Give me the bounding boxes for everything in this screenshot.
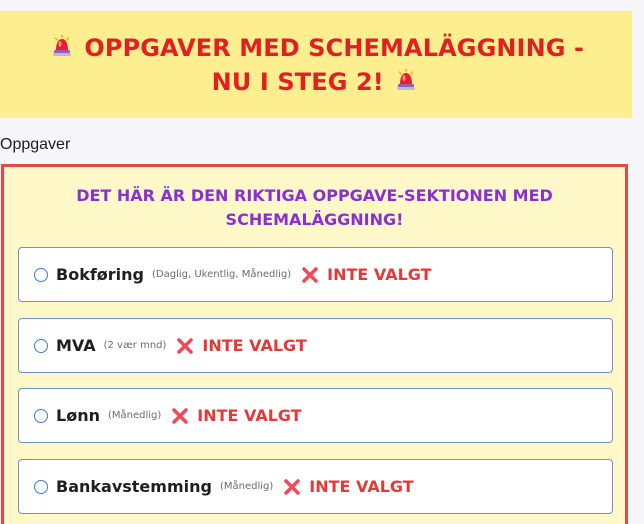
task-status: INTE VALGT bbox=[197, 406, 302, 425]
banner-line-1: OPPGAVER MED SCHEMALÄGGNING - bbox=[84, 33, 585, 62]
siren-icon bbox=[397, 68, 416, 90]
task-status: INTE VALGT bbox=[327, 265, 432, 284]
task-name: Lønn bbox=[56, 406, 100, 425]
cross-icon bbox=[302, 266, 318, 283]
task-radio[interactable] bbox=[34, 338, 48, 353]
cross-icon bbox=[172, 407, 189, 424]
tasks-panel: DET HÄR ÄR DEN RIKTIGA OPPGAVE-SEKTIONEN… bbox=[1, 164, 628, 524]
task-card-bankavstemming[interactable]: Bankavstemming (Månedlig) INTE VALGT bbox=[18, 459, 613, 514]
task-name: MVA bbox=[56, 336, 96, 355]
task-card-lonn[interactable]: Lønn (Månedlig) INTE VALGT bbox=[18, 388, 613, 443]
task-radio[interactable] bbox=[34, 479, 48, 494]
cross-icon bbox=[284, 478, 301, 495]
cross-icon bbox=[177, 337, 194, 354]
tasks-section-label: Oppgaver bbox=[0, 136, 71, 153]
task-frequency: (Månedlig) bbox=[219, 481, 274, 492]
task-name: Bokføring bbox=[56, 265, 144, 284]
banner-line-2: NU I STEG 2! bbox=[211, 67, 384, 96]
task-status: INTE VALGT bbox=[202, 336, 307, 355]
task-status: INTE VALGT bbox=[309, 477, 414, 496]
task-radio[interactable] bbox=[34, 408, 48, 423]
banner-title: OPPGAVER MED SCHEMALÄGGNING - NU I STEG … bbox=[36, 31, 596, 99]
task-name: Bankavstemming bbox=[56, 477, 212, 496]
task-card-mva[interactable]: MVA (2 vær mnd) INTE VALGT bbox=[18, 318, 613, 373]
task-card-bokforing[interactable]: Bokføring (Daglig, Ukentlig, Månedlig) I… bbox=[18, 247, 613, 302]
panel-heading-line-1: DET HÄR ÄR DEN RIKTIGA OPPGAVE-SEKTIONEN… bbox=[76, 186, 553, 205]
task-frequency: (2 vær mnd) bbox=[103, 340, 167, 351]
panel-heading-line-2: SCHEMALÄGGNING! bbox=[225, 210, 404, 229]
task-frequency: (Månedlig) bbox=[107, 410, 162, 421]
panel-heading: DET HÄR ÄR DEN RIKTIGA OPPGAVE-SEKTIONEN… bbox=[4, 184, 625, 232]
siren-icon bbox=[52, 34, 71, 56]
task-frequency: (Daglig, Ukentlig, Månedlig) bbox=[152, 269, 292, 280]
schedule-banner: OPPGAVER MED SCHEMALÄGGNING - NU I STEG … bbox=[0, 11, 632, 118]
task-radio[interactable] bbox=[34, 267, 48, 282]
